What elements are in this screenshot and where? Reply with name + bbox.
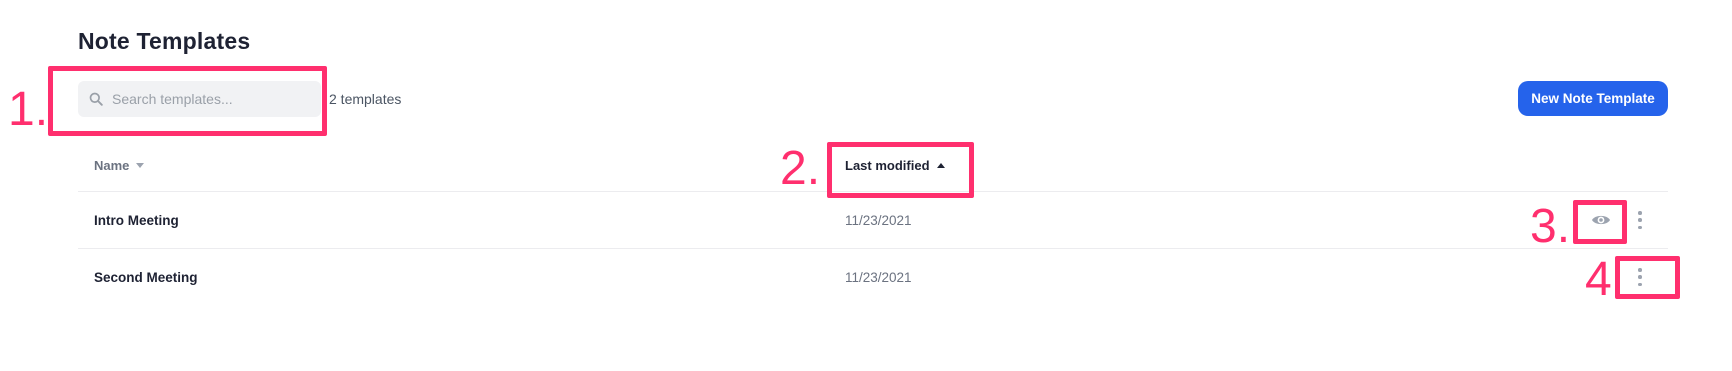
template-count: 2 templates [329, 91, 402, 107]
page-title: Note Templates [78, 28, 251, 54]
last-modified-date: 11/23/2021 [845, 213, 912, 228]
new-note-template-button[interactable]: New Note Template [1518, 81, 1668, 116]
column-header-name[interactable]: Name [94, 158, 145, 173]
annotation-number-4: 4 [1585, 253, 1612, 306]
template-name[interactable]: Intro Meeting [94, 213, 179, 228]
sort-caret-down-icon [136, 163, 145, 168]
column-header-name-label: Name [94, 158, 130, 173]
annotation-box-2 [827, 142, 974, 198]
annotation-number-1: 1. [8, 83, 49, 136]
annotation-box-1 [48, 66, 327, 136]
more-vertical-icon[interactable] [1634, 211, 1646, 229]
annotation-number-2: 2. [780, 142, 821, 195]
last-modified-date: 11/23/2021 [845, 270, 912, 285]
template-name[interactable]: Second Meeting [94, 270, 198, 285]
row-divider [78, 248, 1668, 249]
annotation-number-3: 3. [1530, 200, 1571, 253]
annotation-box-4 [1615, 256, 1680, 299]
annotation-box-3 [1573, 200, 1627, 244]
